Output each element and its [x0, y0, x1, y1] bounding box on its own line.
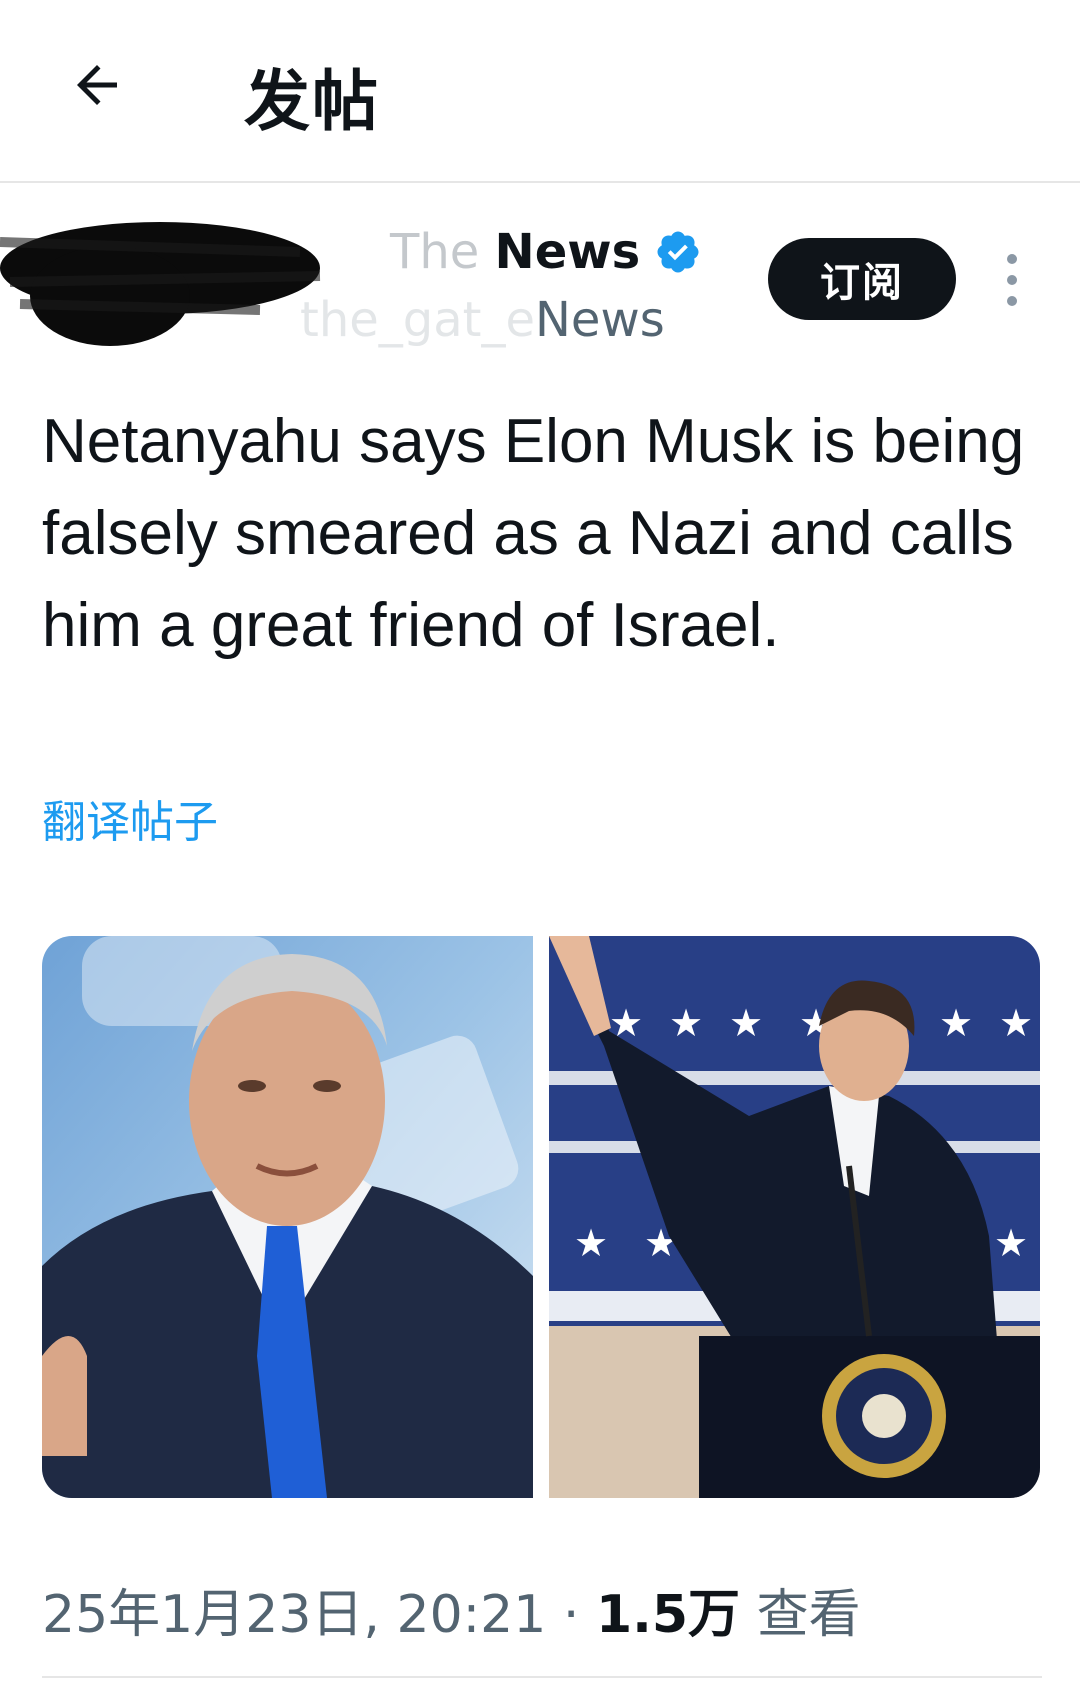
verified-badge-icon	[657, 231, 699, 273]
author-name[interactable]: The News	[390, 224, 640, 280]
arrow-left-icon	[77, 65, 117, 105]
post-meta: 25年1月23日, 20:21 · 1.5万 查看	[42, 1572, 861, 1647]
more-dot-icon	[1007, 275, 1017, 285]
post-timestamp[interactable]: 25年1月23日, 20:21	[42, 1585, 546, 1645]
svg-text:★: ★	[729, 1001, 763, 1045]
translate-post-link[interactable]: 翻译帖子	[42, 786, 218, 850]
views-count: 1.5万	[595, 1585, 741, 1645]
svg-text:★: ★	[574, 1221, 608, 1265]
meta-separator: ·	[562, 1585, 580, 1645]
top-bar: 发帖	[0, 0, 1080, 183]
redacted-avatar	[0, 222, 321, 346]
back-button[interactable]	[62, 50, 132, 120]
author-name-row[interactable]: The News	[390, 222, 702, 282]
more-dot-icon	[1007, 296, 1017, 306]
musk-photo[interactable]: ★★★ ★★★★ ★★★★	[549, 936, 1040, 1498]
post-text: Netanyahu says Elon Musk is being falsel…	[42, 407, 1025, 660]
svg-text:★: ★	[999, 1001, 1033, 1045]
subscribe-button[interactable]: 订阅	[768, 238, 956, 320]
svg-text:★: ★	[669, 1001, 703, 1045]
more-dot-icon	[1007, 254, 1017, 264]
netanyahu-photo[interactable]	[42, 936, 533, 1498]
media-grid: ★★★ ★★★★ ★★★★	[42, 936, 1040, 1498]
more-options-button[interactable]	[992, 254, 1032, 306]
divider	[42, 1676, 1042, 1678]
svg-text:★: ★	[939, 1001, 973, 1045]
page-title: 发帖	[244, 63, 380, 140]
author-handle[interactable]: the_gat_eNews	[300, 292, 665, 348]
views-label: 查看	[756, 1585, 861, 1645]
svg-text:★: ★	[994, 1221, 1028, 1265]
